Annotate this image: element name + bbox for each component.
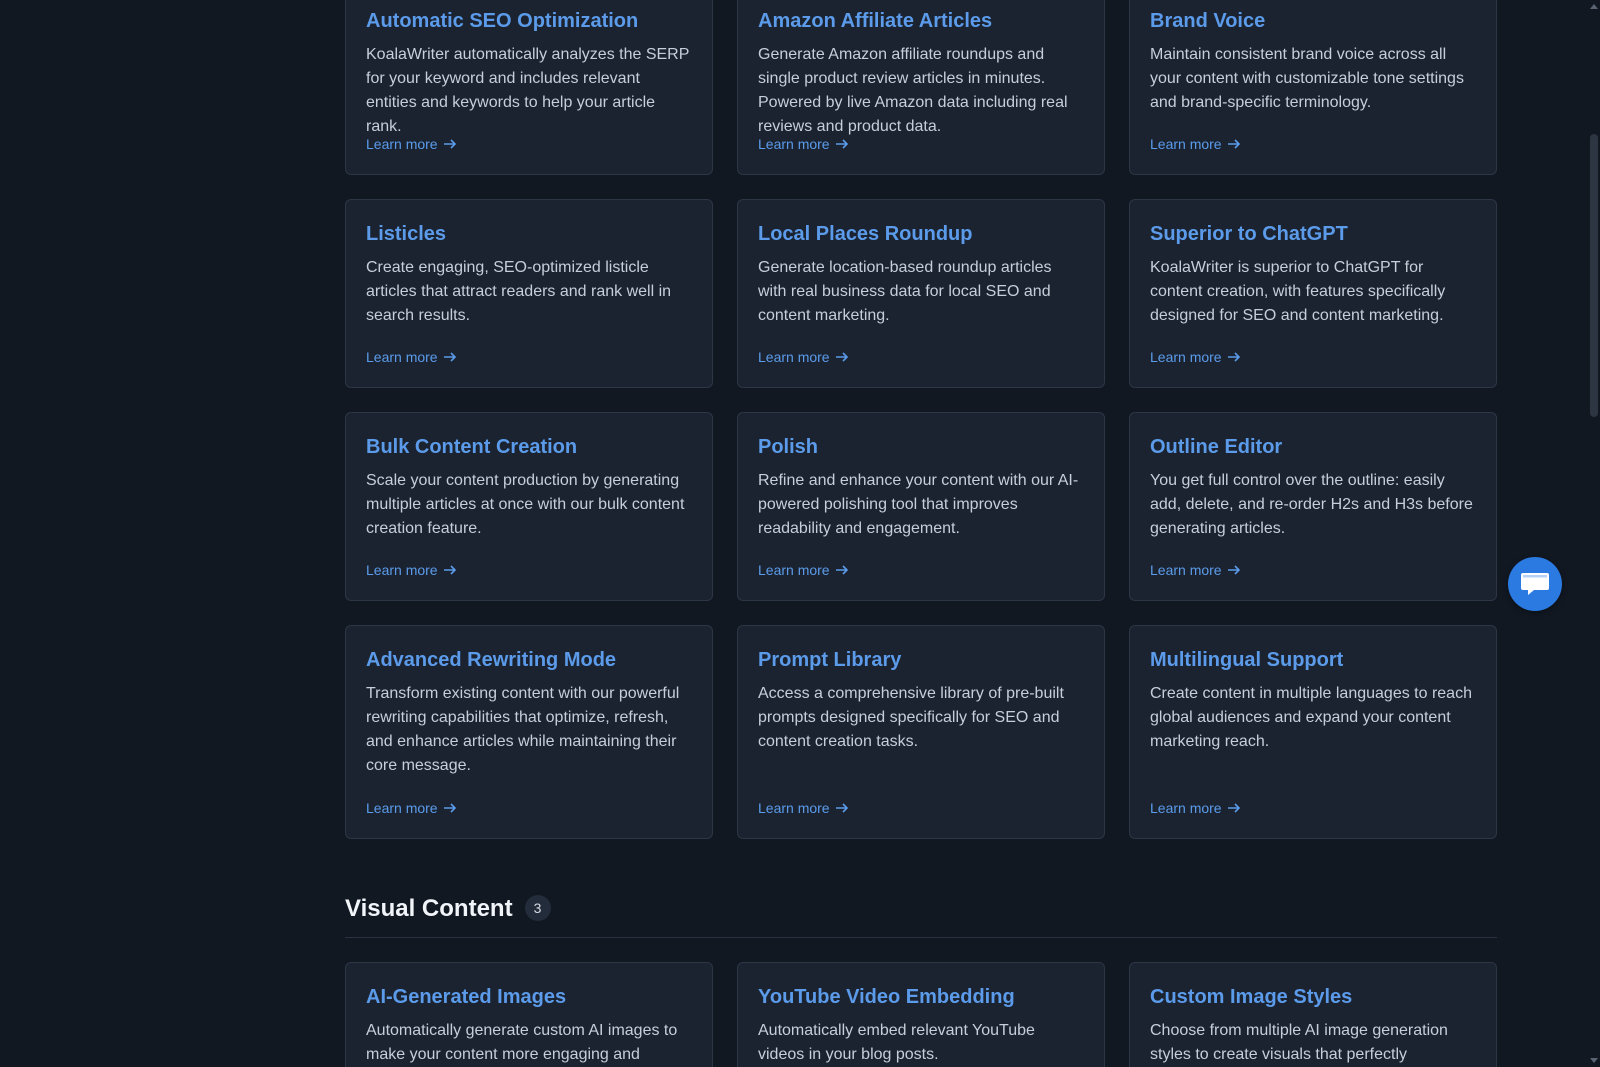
chat-bubble-icon xyxy=(1521,573,1549,595)
card-title: Amazon Affiliate Articles xyxy=(758,10,993,32)
feature-card-advanced-rewriting: Advanced Rewriting Mode Transform existi… xyxy=(345,625,713,839)
card-description: Scale your content production by generat… xyxy=(366,472,685,537)
visual-content-grid: AI-Generated Images Automatically genera… xyxy=(345,962,1497,1067)
arrow-right-icon xyxy=(835,565,848,575)
chat-widget-button[interactable] xyxy=(1508,557,1562,611)
card-description: Access a comprehensive library of pre-bu… xyxy=(758,685,1064,750)
arrow-right-icon xyxy=(835,352,848,362)
arrow-right-icon xyxy=(443,352,456,362)
feature-card-amazon-affiliate: Amazon Affiliate Articles Generate Amazo… xyxy=(737,0,1105,175)
learn-more-label: Learn more xyxy=(366,562,438,578)
card-title: Outline Editor xyxy=(1150,436,1283,458)
learn-more-label: Learn more xyxy=(1150,562,1222,578)
card-title: Local Places Roundup xyxy=(758,223,973,245)
arrow-right-icon xyxy=(443,803,456,813)
card-description: KoalaWriter automatically analyzes the S… xyxy=(366,46,690,135)
page-scrollbar[interactable] xyxy=(1588,0,1600,1067)
feature-card-superior-chatgpt: Superior to ChatGPT KoalaWriter is super… xyxy=(1129,199,1497,388)
learn-more-link[interactable]: Learn more xyxy=(366,800,457,816)
count-badge: 3 xyxy=(524,895,551,921)
card-title: Superior to ChatGPT xyxy=(1150,223,1348,245)
learn-more-label: Learn more xyxy=(1150,800,1222,816)
learn-more-label: Learn more xyxy=(366,800,438,816)
feature-card-listicles: Listicles Create engaging, SEO-optimized… xyxy=(345,199,713,388)
learn-more-link[interactable]: Learn more xyxy=(1150,562,1241,578)
learn-more-label: Learn more xyxy=(1150,136,1222,152)
card-title: Brand Voice xyxy=(1150,10,1266,32)
features-grid: Automatic SEO Optimization KoalaWriter a… xyxy=(345,0,1497,839)
card-description: Choose from multiple AI image generation… xyxy=(1150,1022,1448,1063)
learn-more-label: Learn more xyxy=(758,562,830,578)
card-description: Automatically embed relevant YouTube vid… xyxy=(758,1022,1035,1063)
learn-more-link[interactable]: Learn more xyxy=(1150,800,1241,816)
card-title: AI-Generated Images xyxy=(366,986,567,1008)
feature-card-bulk-content: Bulk Content Creation Scale your content… xyxy=(345,412,713,601)
feature-card-youtube-embedding: YouTube Video Embedding Automatically em… xyxy=(737,962,1105,1067)
arrow-right-icon xyxy=(835,139,848,149)
feature-card-local-places: Local Places Roundup Generate location-b… xyxy=(737,199,1105,388)
scroll-down-icon[interactable] xyxy=(1590,1058,1598,1063)
learn-more-label: Learn more xyxy=(366,136,438,152)
learn-more-label: Learn more xyxy=(758,800,830,816)
card-description: Maintain consistent brand voice across a… xyxy=(1150,46,1464,111)
arrow-right-icon xyxy=(443,139,456,149)
learn-more-label: Learn more xyxy=(366,349,438,365)
arrow-right-icon xyxy=(835,803,848,813)
card-description: Generate Amazon affiliate roundups and s… xyxy=(758,46,1068,135)
learn-more-link[interactable]: Learn more xyxy=(1150,349,1241,365)
card-description: Automatically generate custom AI images … xyxy=(366,1022,678,1063)
arrow-right-icon xyxy=(443,565,456,575)
card-title: Listicles xyxy=(366,223,447,245)
feature-card-multilingual: Multilingual Support Create content in m… xyxy=(1129,625,1497,839)
feature-card-brand-voice: Brand Voice Maintain consistent brand vo… xyxy=(1129,0,1497,175)
visual-content-section-header: Visual Content 3 xyxy=(345,895,1497,938)
card-description: Create content in multiple languages to … xyxy=(1150,685,1472,750)
card-description: Generate location-based roundup articles… xyxy=(758,259,1052,324)
arrow-right-icon xyxy=(1227,803,1240,813)
card-description: Transform existing content with our powe… xyxy=(366,685,680,774)
learn-more-link[interactable]: Learn more xyxy=(758,562,849,578)
card-title: Bulk Content Creation xyxy=(366,436,578,458)
card-description: Refine and enhance your content with our… xyxy=(758,472,1079,537)
learn-more-link[interactable]: Learn more xyxy=(1150,136,1241,152)
card-title: Multilingual Support xyxy=(1150,649,1344,671)
feature-card-polish: Polish Refine and enhance your content w… xyxy=(737,412,1105,601)
card-title: Polish xyxy=(758,436,819,458)
card-title: Prompt Library xyxy=(758,649,902,671)
feature-card-ai-images: AI-Generated Images Automatically genera… xyxy=(345,962,713,1067)
learn-more-link[interactable]: Learn more xyxy=(366,349,457,365)
scroll-up-icon[interactable] xyxy=(1590,4,1598,9)
arrow-right-icon xyxy=(1227,565,1240,575)
learn-more-link[interactable]: Learn more xyxy=(366,562,457,578)
learn-more-link[interactable]: Learn more xyxy=(366,136,457,152)
features-page: Automatic SEO Optimization KoalaWriter a… xyxy=(0,0,1600,1067)
learn-more-link[interactable]: Learn more xyxy=(758,349,849,365)
learn-more-label: Learn more xyxy=(758,136,830,152)
card-description: Create engaging, SEO-optimized listicle … xyxy=(366,259,672,324)
learn-more-link[interactable]: Learn more xyxy=(758,136,849,152)
card-title: Custom Image Styles xyxy=(1150,986,1353,1008)
arrow-right-icon xyxy=(1227,139,1240,149)
card-description: You get full control over the outline: e… xyxy=(1150,472,1473,537)
card-title: YouTube Video Embedding xyxy=(758,986,1015,1008)
learn-more-label: Learn more xyxy=(758,349,830,365)
card-description: KoalaWriter is superior to ChatGPT for c… xyxy=(1150,259,1446,324)
feature-card-custom-image-styles: Custom Image Styles Choose from multiple… xyxy=(1129,962,1497,1067)
feature-card-seo-optimization: Automatic SEO Optimization KoalaWriter a… xyxy=(345,0,713,175)
card-title: Automatic SEO Optimization xyxy=(366,10,639,32)
card-title: Advanced Rewriting Mode xyxy=(366,649,617,671)
scrollbar-thumb[interactable] xyxy=(1590,134,1598,417)
learn-more-link[interactable]: Learn more xyxy=(758,800,849,816)
learn-more-label: Learn more xyxy=(1150,349,1222,365)
arrow-right-icon xyxy=(1227,352,1240,362)
feature-card-outline-editor: Outline Editor You get full control over… xyxy=(1129,412,1497,601)
feature-card-prompt-library: Prompt Library Access a comprehensive li… xyxy=(737,625,1105,839)
section-title: Visual Content xyxy=(345,895,513,922)
